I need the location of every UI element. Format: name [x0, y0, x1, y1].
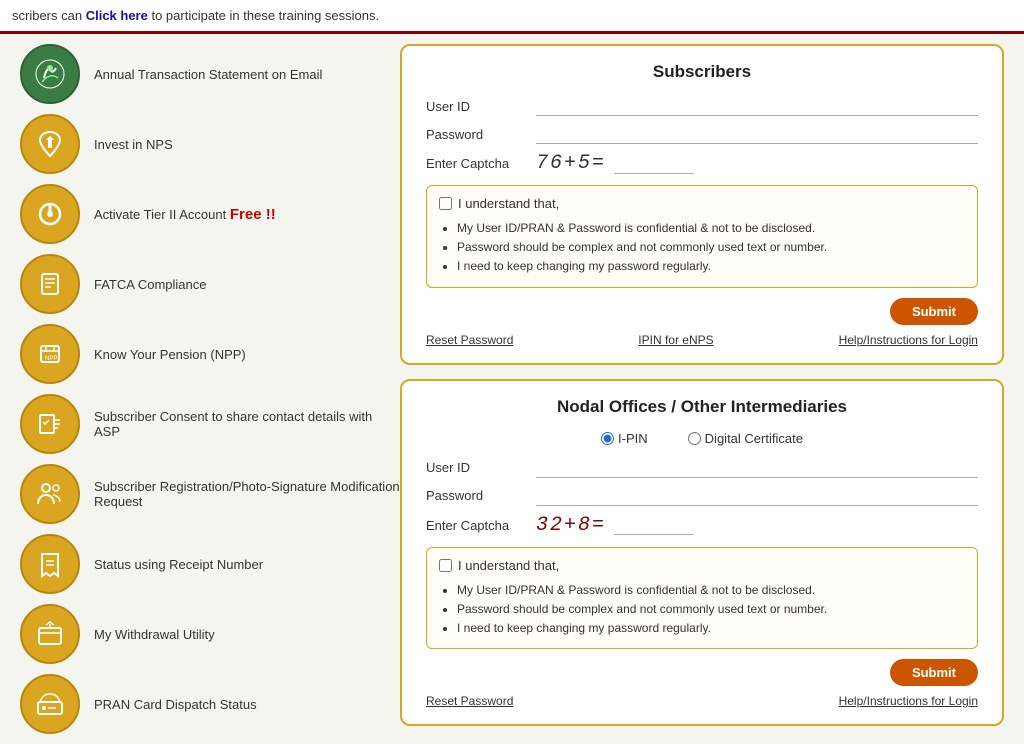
nodal-user-id-label: User ID [426, 460, 536, 475]
nodal-understand-label: I understand that, [458, 558, 559, 573]
nodal-captcha-label: Enter Captcha [426, 518, 536, 533]
menu-item-fatca[interactable]: FATCA Compliance [20, 254, 400, 314]
understand-label: I understand that, [458, 196, 559, 211]
pran-card-icon [20, 674, 80, 734]
nodal-title: Nodal Offices / Other Intermediaries [426, 397, 978, 417]
understand-header: I understand that, [439, 196, 965, 211]
captcha-input[interactable] [614, 154, 694, 174]
subscribers-title: Subscribers [426, 62, 978, 82]
menu-item-pran-card[interactable]: PRAN Card Dispatch Status [20, 674, 400, 734]
nodal-user-id-input[interactable] [536, 458, 978, 478]
nodal-panel: Nodal Offices / Other Intermediaries I-P… [400, 379, 1004, 727]
invest-nps-label: Invest in NPS [94, 137, 173, 152]
menu-item-subscriber-registration[interactable]: Subscriber Registration/Photo-Signature … [20, 464, 400, 524]
invest-nps-icon [20, 114, 80, 174]
user-id-row: User ID [426, 96, 978, 116]
captcha-image: 76+5= [536, 152, 606, 175]
nodal-understand-box: I understand that, My User ID/PRAN & Pas… [426, 547, 978, 650]
fatca-icon [20, 254, 80, 314]
know-pension-icon: NPP [20, 324, 80, 384]
ipin-radio[interactable] [601, 432, 614, 445]
digital-cert-radio[interactable] [688, 432, 701, 445]
menu-item-know-pension[interactable]: NPP Know Your Pension (NPP) [20, 324, 400, 384]
svg-text:NPP: NPP [45, 356, 57, 362]
captcha-row: Enter Captcha 76+5= [426, 152, 978, 175]
nodal-help-login-link[interactable]: Help/Instructions for Login [839, 694, 978, 708]
understand-bullet-3: I need to keep changing my password regu… [457, 257, 965, 276]
password-input[interactable] [536, 124, 978, 144]
understand-list: My User ID/PRAN & Password is confidenti… [457, 219, 965, 277]
captcha-label: Enter Captcha [426, 156, 536, 171]
status-receipt-label: Status using Receipt Number [94, 557, 263, 572]
nodal-understand-bullet-2: Password should be complex and not commo… [457, 600, 965, 619]
status-receipt-icon [20, 534, 80, 594]
nodal-user-id-row: User ID [426, 458, 978, 478]
top-banner: scribers can Click here to participate i… [0, 0, 1024, 34]
digital-cert-radio-option[interactable]: Digital Certificate [688, 431, 803, 446]
submit-row: Submit [426, 298, 978, 325]
password-label: Password [426, 127, 536, 142]
withdrawal-label: My Withdrawal Utility [94, 627, 215, 642]
user-id-input[interactable] [536, 96, 978, 116]
password-row: Password [426, 124, 978, 144]
digital-cert-label: Digital Certificate [705, 431, 803, 446]
fatca-label: FATCA Compliance [94, 277, 206, 292]
menu-item-activate-tier2[interactable]: Activate Tier II Account Free !! [20, 184, 400, 244]
subscribers-links-row: Reset Password IPIN for eNPS Help/Instru… [426, 333, 978, 347]
nodal-captcha-image: 32+8= [536, 514, 606, 537]
click-here-link[interactable]: Click here [86, 8, 148, 23]
left-menu: Annual Transaction Statement on Email In… [20, 44, 400, 734]
nodal-understand-list: My User ID/PRAN & Password is confidenti… [457, 581, 965, 639]
understand-checkbox[interactable] [439, 197, 452, 210]
banner-text-before: scribers can [12, 8, 86, 23]
subscriber-consent-icon [20, 394, 80, 454]
pran-card-label: PRAN Card Dispatch Status [94, 697, 257, 712]
ipin-enps-link[interactable]: IPIN for eNPS [638, 333, 713, 347]
know-pension-label: Know Your Pension (NPP) [94, 347, 246, 362]
activate-tier2-label: Activate Tier II Account Free !! [94, 206, 276, 223]
subscriber-consent-label: Subscriber Consent to share contact deta… [94, 409, 400, 439]
right-panels: Subscribers User ID Password Enter Captc… [400, 44, 1024, 726]
nodal-understand-checkbox[interactable] [439, 559, 452, 572]
understand-box: I understand that, My User ID/PRAN & Pas… [426, 185, 978, 288]
nodal-understand-bullet-3: I need to keep changing my password regu… [457, 619, 965, 638]
subscribers-submit-button[interactable]: Submit [890, 298, 978, 325]
nodal-reset-password-link[interactable]: Reset Password [426, 694, 513, 708]
nodal-captcha-row: Enter Captcha 32+8= [426, 514, 978, 537]
nodal-password-input[interactable] [536, 486, 978, 506]
reset-password-link[interactable]: Reset Password [426, 333, 513, 347]
subscribers-panel: Subscribers User ID Password Enter Captc… [400, 44, 1004, 365]
ipin-radio-label: I-PIN [618, 431, 648, 446]
nodal-links-row: Reset Password Help/Instructions for Log… [426, 694, 978, 708]
menu-item-invest-nps[interactable]: Invest in NPS [20, 114, 400, 174]
menu-item-status-receipt[interactable]: Status using Receipt Number [20, 534, 400, 594]
help-login-link[interactable]: Help/Instructions for Login [839, 333, 978, 347]
subscriber-registration-icon [20, 464, 80, 524]
menu-item-subscriber-consent[interactable]: Subscriber Consent to share contact deta… [20, 394, 400, 454]
ipin-radio-option[interactable]: I-PIN [601, 431, 648, 446]
activate-tier2-icon [20, 184, 80, 244]
banner-text-after: to participate in these training session… [148, 8, 379, 23]
radio-row: I-PIN Digital Certificate [426, 431, 978, 446]
withdrawal-icon [20, 604, 80, 664]
subscriber-registration-label: Subscriber Registration/Photo-Signature … [94, 479, 400, 509]
understand-bullet-1: My User ID/PRAN & Password is confidenti… [457, 219, 965, 238]
nodal-understand-bullet-1: My User ID/PRAN & Password is confidenti… [457, 581, 965, 600]
nodal-submit-row: Submit [426, 659, 978, 686]
user-id-label: User ID [426, 99, 536, 114]
nodal-password-label: Password [426, 488, 536, 503]
nodal-understand-header: I understand that, [439, 558, 965, 573]
annual-statement-label: Annual Transaction Statement on Email [94, 67, 322, 82]
menu-item-annual-statement[interactable]: Annual Transaction Statement on Email [20, 44, 400, 104]
nodal-captcha-input[interactable] [614, 515, 694, 535]
understand-bullet-2: Password should be complex and not commo… [457, 238, 965, 257]
nodal-submit-button[interactable]: Submit [890, 659, 978, 686]
nodal-password-row: Password [426, 486, 978, 506]
annual-statement-icon [20, 44, 80, 104]
menu-item-withdrawal[interactable]: My Withdrawal Utility [20, 604, 400, 664]
